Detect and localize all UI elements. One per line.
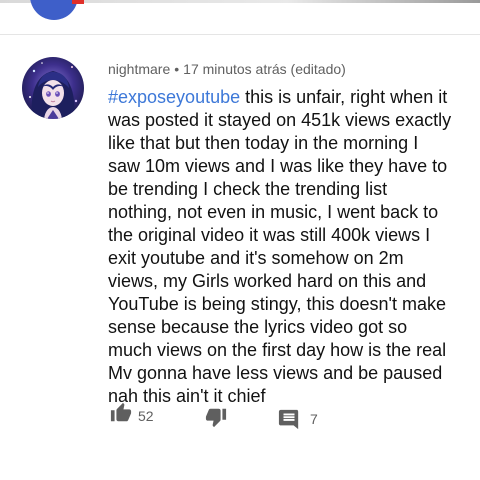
hashtag-link[interactable]: #exposeyoutube (108, 87, 240, 107)
comment-timestamp: 17 minutos atrás (editado) (183, 61, 346, 77)
reply-count: 7 (310, 410, 318, 427)
previous-comment-strip (0, 0, 480, 34)
section-divider (0, 34, 480, 35)
comment-icon (278, 402, 300, 435)
thumbs-up-icon (110, 402, 132, 429)
comment-meta: nightmare • 17 minutos atrás (editado) (108, 61, 346, 77)
comment-actions: 52 7 (0, 398, 480, 434)
previous-red-accent (72, 0, 84, 4)
comment-text: #exposeyoutube this is unfair, right whe… (108, 86, 453, 408)
like-button[interactable]: 52 (110, 402, 154, 429)
previous-avatar[interactable] (30, 0, 78, 20)
dislike-button[interactable] (205, 406, 227, 433)
reply-button[interactable]: 7 (278, 402, 318, 435)
like-count: 52 (138, 407, 154, 424)
meta-separator: • (174, 61, 180, 77)
avatar-image (22, 57, 84, 119)
comment-text-body: this is unfair, right when it was posted… (108, 87, 452, 406)
comment-author[interactable]: nightmare (108, 61, 170, 77)
comment-screen: nightmare • 17 minutos atrás (editado) #ex… (0, 0, 480, 480)
avatar[interactable] (22, 57, 84, 119)
thumbs-down-icon (205, 406, 227, 433)
